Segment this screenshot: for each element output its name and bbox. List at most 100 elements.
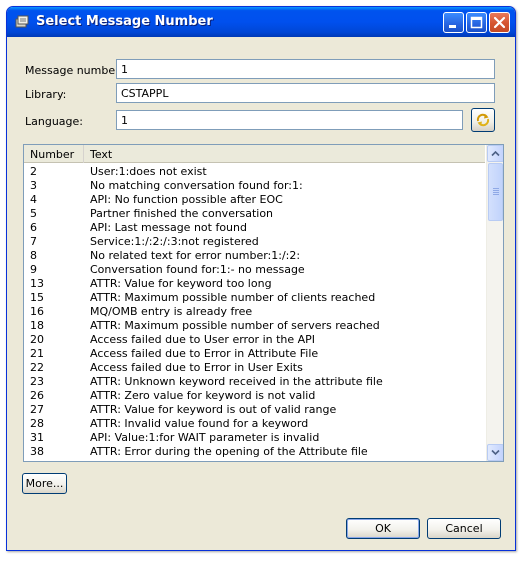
vertical-scrollbar[interactable] — [486, 145, 503, 461]
row-number-cell: 4 — [30, 193, 37, 206]
row-number-cell: 20 — [30, 333, 44, 346]
table-row[interactable]: 15 ATTR: Maximum possible number of clien… — [24, 291, 485, 305]
scroll-thumb[interactable] — [488, 163, 503, 221]
row-text-cell: ATTR: Error during the opening of the At… — [90, 445, 368, 458]
title-bar[interactable]: Select Message Number — [7, 7, 515, 37]
table-row[interactable]: 21 Access failed due to Error in Attribut… — [24, 347, 485, 361]
row-number-cell: 5 — [30, 207, 37, 220]
row-number-cell: 13 — [30, 277, 44, 290]
row-number-cell: 9 — [30, 263, 37, 276]
close-icon — [493, 16, 506, 29]
table-row[interactable]: 16 MQ/OMB entry is already free — [24, 305, 485, 319]
column-header-text[interactable]: Text — [84, 145, 485, 163]
scroll-down-button[interactable] — [487, 444, 503, 461]
language-input[interactable]: 1 — [116, 110, 463, 130]
table-row[interactable]: 3 No matching conversation found for:1: — [24, 179, 485, 193]
table-row[interactable]: 23 ATTR: Unknown keyword received in the … — [24, 375, 485, 389]
row-number-cell: 27 — [30, 403, 44, 416]
row-number-cell: 38 — [30, 445, 44, 458]
window-title: Select Message Number — [36, 14, 213, 29]
table-row[interactable]: 18 ATTR: Maximum possible number of serve… — [24, 319, 485, 333]
library-input[interactable]: CSTAPPL — [116, 83, 495, 103]
message-number-label: Message number: — [25, 64, 124, 77]
dialog-body: Message number: 1 Library: CSTAPPL Langu… — [10, 37, 512, 547]
table-header: Number Text — [24, 145, 485, 163]
table-row[interactable]: 6 API: Last message not found — [24, 221, 485, 235]
chevron-down-icon — [491, 449, 500, 456]
cancel-button[interactable]: Cancel — [427, 518, 501, 539]
thumb-grip-line — [493, 192, 499, 193]
chevron-up-icon — [491, 150, 500, 157]
table-row[interactable]: 13 ATTR: Value for keyword too long — [24, 277, 485, 291]
row-text-cell: MQ/OMB entry is already free — [90, 305, 253, 318]
row-text-cell: ATTR: Maximum possible number of servers… — [90, 319, 380, 332]
row-text-cell: Conversation found for:1:- no message — [90, 263, 305, 276]
table-row[interactable]: 7 Service:1:/:2:/:3:not registered — [24, 235, 485, 249]
table-row[interactable]: 20 Access failed due to User error in the… — [24, 333, 485, 347]
library-label: Library: — [25, 88, 67, 101]
row-text-cell: Access failed due to Error in Attribute … — [90, 347, 319, 360]
row-text-cell: Service:1:/:2:/:3:not registered — [90, 235, 259, 248]
table-row[interactable]: 28 ATTR: Invalid value found for a keywor… — [24, 417, 485, 431]
table-row[interactable]: 26 ATTR: Zero value for keyword is not va… — [24, 389, 485, 403]
table-row[interactable]: 4 API: No function possible after EOC — [24, 193, 485, 207]
row-number-cell: 8 — [30, 249, 37, 262]
thumb-grip-line — [493, 188, 499, 189]
thumb-grip-line — [493, 190, 499, 191]
language-label: Language: — [25, 115, 83, 128]
row-text-cell: API: Last message not found — [90, 221, 247, 234]
table-row[interactable]: 38 ATTR: Error during the opening of the … — [24, 445, 485, 459]
row-text-cell: ATTR: Maximum possible number of clients… — [90, 291, 376, 304]
row-text-cell: Access failed due to Error in User Exits — [90, 361, 303, 374]
table-row[interactable]: 27 ATTR: Value for keyword is out of vali… — [24, 403, 485, 417]
table-row[interactable]: 5 Partner finished the conversation — [24, 207, 485, 221]
row-number-cell: 7 — [30, 235, 37, 248]
message-table[interactable]: Number Text 2 User:1:does not exist 3 No ma… — [23, 144, 504, 462]
row-text-cell: ATTR: Value for keyword is out of valid … — [90, 403, 337, 416]
row-text-cell: User:1:does not exist — [90, 165, 207, 178]
table-row[interactable]: 2 User:1:does not exist — [24, 165, 485, 179]
message-number-input[interactable]: 1 — [116, 59, 495, 79]
thumb-grip-line — [493, 194, 499, 195]
row-number-cell: 23 — [30, 375, 44, 388]
row-number-cell: 26 — [30, 389, 44, 402]
scroll-up-button[interactable] — [487, 145, 503, 162]
table-row[interactable]: 22 Access failed due to Error in User Exi… — [24, 361, 485, 375]
more-button[interactable]: More... — [22, 473, 67, 494]
language-select-button[interactable] — [471, 108, 495, 132]
row-text-cell: Partner finished the conversation — [90, 207, 274, 220]
row-number-cell: 3 — [30, 179, 37, 192]
row-number-cell: 16 — [30, 305, 44, 318]
maximize-button[interactable] — [466, 12, 487, 33]
row-text-cell: ATTR: Value for keyword too long — [90, 277, 272, 290]
table-row[interactable]: 9 Conversation found for:1:- no message — [24, 263, 485, 277]
minimize-icon — [449, 25, 456, 28]
row-number-cell: 28 — [30, 417, 44, 430]
row-text-cell: Access failed due to User error in the A… — [90, 333, 316, 346]
row-text-cell: API: No function possible after EOC — [90, 193, 283, 206]
row-text-cell: ATTR: Invalid value found for a keyword — [90, 417, 309, 430]
row-text-cell: No matching conversation found for:1: — [90, 179, 303, 192]
ok-button[interactable]: OK — [346, 518, 420, 539]
table-body: 2 User:1:does not exist 3 No matching conve… — [24, 165, 485, 459]
table-row[interactable]: 8 No related text for error number:1:/:2: — [24, 249, 485, 263]
swap-arrows-icon — [476, 113, 490, 127]
row-number-cell: 22 — [30, 361, 44, 374]
row-number-cell: 15 — [30, 291, 44, 304]
table-row[interactable]: 31 API: Value:1:for WAIT parameter is inv… — [24, 431, 485, 445]
dialog-window: Select Message Number Message number: 1 … — [6, 6, 516, 551]
row-text-cell: ATTR: Unknown keyword received in the at… — [90, 375, 383, 388]
row-text-cell: ATTR: Zero value for keyword is not vali… — [90, 389, 316, 402]
row-number-cell: 21 — [30, 347, 44, 360]
row-text-cell: No related text for error number:1:/:2: — [90, 249, 301, 262]
app-icon — [15, 15, 29, 28]
close-button[interactable] — [489, 12, 510, 33]
row-number-cell: 31 — [30, 431, 44, 444]
row-number-cell: 2 — [30, 165, 37, 178]
row-number-cell: 18 — [30, 319, 44, 332]
minimize-button[interactable] — [443, 12, 464, 33]
row-text-cell: API: Value:1:for WAIT parameter is inval… — [90, 431, 320, 444]
maximize-icon — [470, 16, 483, 29]
column-header-number[interactable]: Number — [24, 145, 84, 163]
row-number-cell: 6 — [30, 221, 37, 234]
